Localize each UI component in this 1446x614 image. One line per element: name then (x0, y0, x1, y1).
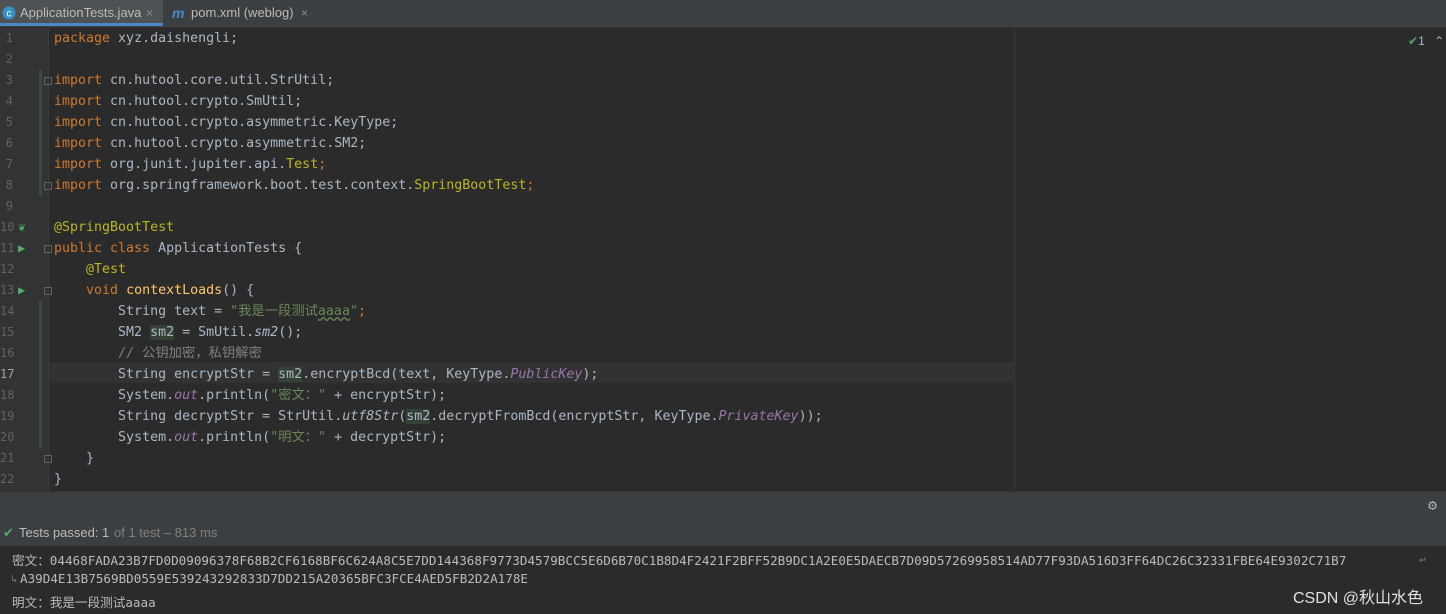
watermark: CSDN @秋山水色 (1293, 590, 1424, 607)
check-icon: ✔ (3, 525, 14, 540)
code-line: SM2 sm2 = SmUtil.sm2(); (118, 325, 303, 340)
tab-application-tests[interactable]: c ApplicationTests.java × (0, 0, 163, 26)
gear-icon[interactable]: ⚙ (1428, 496, 1437, 514)
code-line: // 公钥加密，私钥解密 (118, 346, 262, 361)
tests-duration: of 1 test – 813 ms (114, 525, 218, 540)
line-number: 13 (0, 283, 15, 297)
code-line: import org.springframework.boot.test.con… (54, 178, 535, 193)
line-number: 20 (0, 430, 15, 444)
tab-label: ApplicationTests.java (20, 5, 142, 20)
vcs-change-marker (39, 301, 42, 448)
line-number: 9 (5, 199, 13, 213)
line-number: 16 (0, 346, 15, 360)
code-line: @Test (86, 262, 127, 277)
code-line: void contextLoads() { (86, 283, 255, 298)
checkmark-icon: ✔ (1408, 34, 1419, 48)
code-line: String text = "我是一段测试aaaa"; (118, 304, 366, 319)
spring-bean-icon[interactable]: ❦ (18, 220, 25, 234)
line-number: 2 (5, 52, 13, 66)
code-line: System.out.println("密文：" + encryptStr); (118, 388, 447, 403)
fold-icon[interactable] (44, 287, 52, 295)
line-number: 4 (5, 94, 13, 108)
tests-passed-label: Tests passed: (19, 525, 99, 540)
line-number: 6 (5, 136, 13, 150)
line-number: 15 (0, 325, 15, 339)
code-line: import cn.hutool.crypto.asymmetric.KeyTy… (54, 115, 399, 130)
code-line: System.out.println("明文：" + decryptStr); (118, 430, 447, 445)
console-line: A39D4E13B7569BD0559E539243292833D7DD215A… (20, 571, 528, 586)
console-line: 明文：我是一段测试aaaa (12, 595, 156, 610)
code-line: String encryptStr = sm2.encryptBcd(text,… (118, 367, 599, 382)
code-line: public class ApplicationTests { (54, 241, 303, 256)
line-number: 17 (0, 367, 15, 381)
line-number: 21 (0, 451, 15, 465)
maven-icon: m (172, 5, 185, 21)
inspection-widget[interactable]: ✔1 ⌃ (1408, 34, 1444, 48)
line-number: 22 (0, 472, 15, 486)
line-number: 5 (5, 115, 13, 129)
run-panel-toolbar: ⚙ (0, 491, 1446, 520)
line-number: 18 (0, 388, 15, 402)
line-number: 1 (5, 31, 13, 45)
close-icon[interactable]: × (146, 0, 153, 26)
console-line: 密文：04468FADA23B7FD0D09096378F68B2CF6168B… (12, 553, 1347, 568)
code-line: import cn.hutool.crypto.SmUtil; (54, 94, 303, 109)
line-number: 8 (5, 178, 13, 192)
tests-passed-count: 1 (102, 525, 110, 540)
code-line: } (54, 472, 63, 487)
soft-wrap-continuation-icon: ↳ (11, 574, 18, 585)
svg-text:c: c (7, 9, 12, 20)
tab-label: pom.xml (weblog) (191, 5, 294, 20)
fold-icon[interactable] (44, 245, 52, 253)
inspection-count: 1 (1418, 34, 1425, 48)
code-line: import org.junit.jupiter.api.Test; (54, 157, 327, 172)
fold-icon[interactable] (44, 455, 52, 463)
code-line: import cn.hutool.core.util.StrUtil; (54, 73, 335, 88)
vcs-change-marker (39, 70, 42, 196)
line-number: 12 (0, 262, 15, 276)
line-number: 19 (0, 409, 15, 423)
run-test-icon[interactable]: ▶ (18, 241, 25, 255)
right-margin-guide (1014, 28, 1015, 491)
tab-pom-xml[interactable]: m pom.xml (weblog) × (166, 0, 318, 26)
chevron-up-icon[interactable]: ⌃ (1434, 34, 1444, 48)
code-line: package xyz.daishengli; (54, 31, 239, 46)
line-number: 10 (0, 220, 15, 234)
fold-icon[interactable] (44, 182, 52, 190)
soft-wrap-icon: ↵ (1419, 552, 1426, 565)
code-editor[interactable]: 1 2 3 4 5 6 7 8 9 10 11 12 13 14 15 16 17 18 19 20 21 22 ❦ ▶ … (0, 28, 1446, 491)
line-number: 3 (5, 73, 13, 87)
console-output[interactable]: 密文：04468FADA23B7FD0D09096378F68B2CF6168B… (0, 546, 1446, 614)
code-line: } (86, 451, 95, 466)
java-class-icon: c (2, 6, 16, 20)
line-number: 7 (5, 157, 13, 171)
run-test-icon[interactable]: ▶ (18, 283, 25, 297)
editor-gutter: 1 2 3 4 5 6 7 8 9 10 11 12 13 14 15 16 17 18 19 20 21 22 ❦ ▶ … (0, 28, 52, 491)
code-line: import cn.hutool.crypto.asymmetric.SM2; (54, 136, 367, 151)
line-number: 14 (0, 304, 15, 318)
code-line: String decryptStr = StrUtil.utf8Str(sm2.… (118, 409, 823, 424)
test-status-bar: ✔ Tests passed: 1 of 1 test – 813 ms (0, 519, 1446, 546)
close-icon[interactable]: × (301, 0, 308, 26)
editor-tab-bar: c ApplicationTests.java × m pom.xml (web… (0, 0, 1446, 28)
line-number: 11 (0, 241, 15, 255)
fold-icon[interactable] (44, 77, 52, 85)
code-line: @SpringBootTest (54, 220, 175, 235)
